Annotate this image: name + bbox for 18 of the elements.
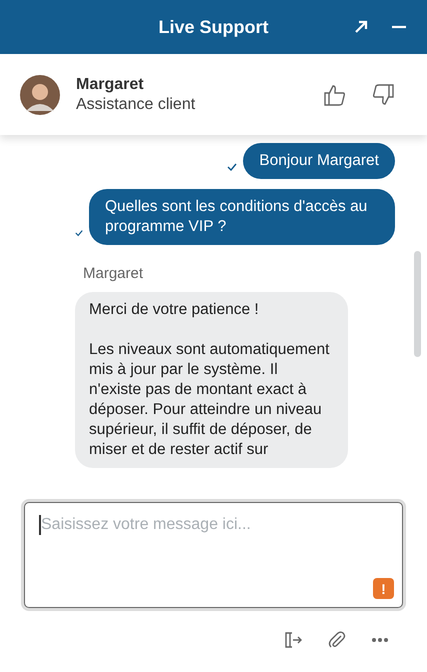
message-bubble: Merci de votre patience ! Les niveaux sont automatiquement mis à jour par le système. Il n'existe pas de montant exact à déposer. Pour atteindre un niveau supérieur, il suffit de déposer, de miser et de rester actif sur: [75, 292, 348, 468]
agent-name: Margaret: [76, 76, 145, 94]
avatar-icon: [20, 74, 60, 114]
message-bubble: Bonjour Margaret: [243, 143, 395, 179]
warning-badge: !: [373, 578, 394, 599]
thumbs-down-icon[interactable]: [371, 82, 395, 106]
agent-role: Assistance client: [76, 96, 196, 114]
expand-icon[interactable]: [353, 19, 369, 35]
exit-icon[interactable]: [283, 630, 303, 650]
scrollbar[interactable]: [414, 251, 421, 357]
thumbs-up-icon[interactable]: [323, 82, 347, 106]
more-icon[interactable]: [371, 637, 389, 643]
message-bubble: Quelles sont les conditions d'accès au programme VIP ?: [89, 189, 395, 245]
window-title: Live Support: [158, 16, 268, 38]
paperclip-icon[interactable]: [327, 630, 347, 650]
sender-name: Margaret: [83, 265, 144, 282]
message-field[interactable]: Saisissez votre message ici... !: [24, 502, 403, 608]
minimize-icon[interactable]: [391, 25, 407, 29]
